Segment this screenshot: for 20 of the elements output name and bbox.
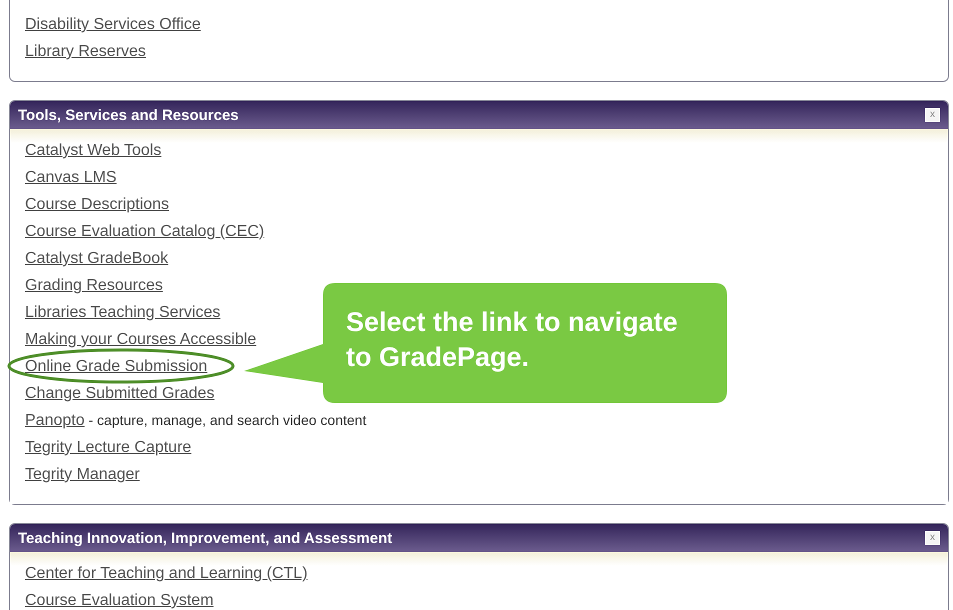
link[interactable]: Course Evaluation System	[25, 592, 214, 609]
link[interactable]: Tegrity Lecture Capture	[25, 439, 192, 456]
panel-title: Teaching Innovation, Improvement, and Assessment	[18, 530, 392, 546]
link[interactable]: Tegrity Manager	[25, 466, 140, 483]
link[interactable]: Disability Services Office	[25, 16, 201, 33]
panel-title: Tools, Services and Resources	[18, 106, 239, 124]
link[interactable]: Libraries Teaching Services	[25, 304, 220, 321]
link[interactable]: Course Evaluation Catalog (CEC)	[25, 223, 264, 240]
link[interactable]: Grading Resources	[25, 277, 163, 294]
callout-text: Select the link to navigate to GradePage.	[346, 306, 679, 374]
link[interactable]: Library Reserves	[25, 43, 146, 60]
link[interactable]: Making your Courses Accessible	[25, 331, 256, 348]
link[interactable]: Center for Teaching and Learning (CTL)	[25, 565, 308, 582]
link[interactable]: Catalyst GradeBook	[25, 250, 168, 267]
link[interactable]: Change Submitted Grades	[25, 385, 214, 402]
link[interactable]: Canvas LMS	[25, 169, 117, 186]
link[interactable]: Catalyst Web Tools	[25, 142, 162, 159]
link[interactable]: Course Descriptions	[25, 196, 170, 213]
link-description: - capture, manage, and search video content	[87, 412, 366, 428]
link[interactable]: Panopto	[25, 412, 85, 429]
